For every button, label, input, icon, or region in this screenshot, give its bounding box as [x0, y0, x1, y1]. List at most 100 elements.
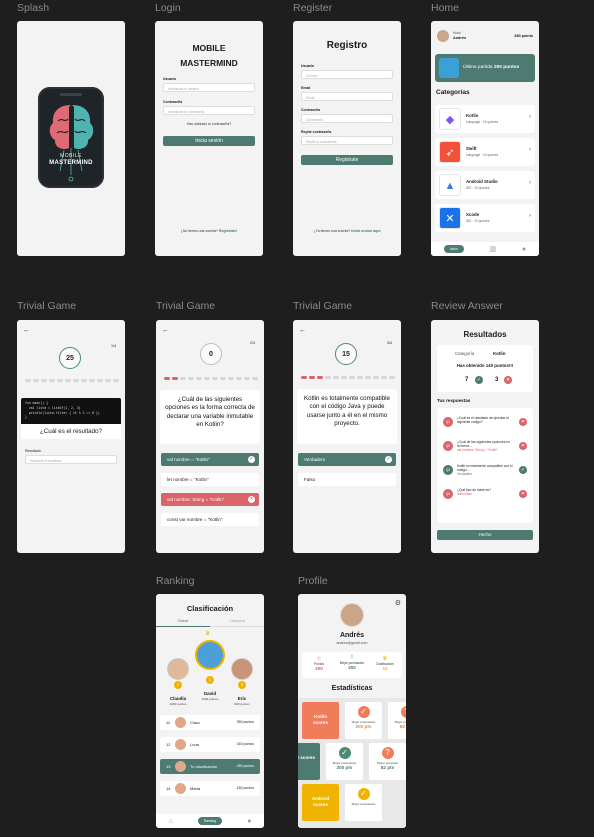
category-name: Xcode [466, 212, 480, 217]
results-summary-card: Categoría Kotlin Has obtenido 140 puntos… [437, 345, 533, 392]
category-card[interactable]: ▲ Android Studio IDE · 10 quizzes › [435, 171, 535, 199]
stats-grid: Kotlin scores✓Mejor puntuación200 pts?Me… [298, 698, 406, 828]
trivial-screen-1: ← 25 1/4 fun main() { val lista = listOf… [17, 320, 125, 553]
player-name: Luna [190, 742, 199, 747]
answer-option[interactable]: val nombre: String = "Kotlin" ✕ [161, 493, 259, 506]
timer: 25 [59, 347, 81, 369]
progress-segment [373, 376, 379, 379]
category-name: Kotlin [466, 113, 479, 118]
my-ranking-row[interactable]: 13 Tu clasificación 280 puntos [160, 759, 260, 774]
progress-segment [220, 377, 226, 380]
avatar[interactable] [437, 30, 449, 42]
category-card[interactable]: ◆ Kotlin Language · 15 quizzes › [435, 105, 535, 133]
register-button[interactable]: Registrate [301, 155, 393, 165]
answer-review-row: Q3 Kotlin es totalmente compatible con el… [443, 463, 527, 479]
given-answer: val nombre: String = "Kotlin" [457, 448, 499, 453]
swift-logo-icon: ➶ [439, 141, 461, 163]
password-input[interactable]: Introduzca tu contraseña [163, 106, 255, 115]
answer-option[interactable]: let nombre = "Kotlin" [161, 473, 259, 486]
ranking-title: Clasificación [186, 604, 234, 613]
category-meta: Language · 15 quizzes [466, 120, 499, 124]
question-counter: 1/4 [111, 344, 116, 348]
rank-position: 12 [166, 742, 171, 747]
category-card[interactable]: ➶ Swift Language · 10 quizzes › [435, 138, 535, 166]
login-link[interactable]: Inicia sesión aquí [351, 229, 380, 233]
logo-text-bottom: MASTERMIND [49, 160, 93, 166]
back-arrow-icon[interactable]: ← [162, 327, 169, 334]
category-score-header: Android scores [302, 784, 339, 821]
ranking-row[interactable]: 11 Clara 350 puntos [160, 715, 260, 730]
cross-icon: ✕ [519, 418, 527, 426]
last-game-card[interactable]: Última partida 200 puntos [435, 54, 535, 82]
answer-option[interactable]: const var nombre = "Kotlin" [161, 513, 259, 526]
ranking-row[interactable]: 12 Luna 340 puntos [160, 737, 260, 752]
progress-segment [309, 376, 315, 379]
podium-place: 1 [206, 676, 214, 684]
crown-icon: ♛ [205, 631, 211, 637]
option-label: val nombre: String = "Kotlin" [167, 497, 225, 502]
tile-value: 200 pts [355, 724, 372, 729]
progress-segment [365, 376, 371, 379]
nav-ranking-icon[interactable]: ▥ [490, 245, 497, 253]
answer-text: ¿Cuál de las siguientes opciones es la f… [457, 440, 513, 452]
question-counter: 2/4 [250, 341, 255, 345]
score-tile: ✓ Mejor puntuación [345, 784, 382, 821]
have-account-text: ¿Ya tienes una cuenta? [313, 229, 351, 233]
reg-username-input[interactable]: Usuario [301, 70, 393, 79]
answer-option[interactable]: val nombre = "Kotlin" ✓ [161, 453, 259, 466]
ranking-row[interactable]: 14 Marta 180 puntos [160, 781, 260, 796]
cross-icon: ✕ [248, 496, 255, 503]
nav-profile-icon[interactable]: ● [522, 246, 526, 253]
username-input[interactable]: Introduzca tu usuario [163, 83, 255, 92]
login-button[interactable]: Inicia sesión [163, 136, 255, 146]
check-badge-icon: ✓ [338, 747, 351, 759]
tab-category[interactable]: Categoría [210, 619, 264, 627]
star-icon: ☆ [316, 656, 322, 662]
answer-review-row: Q1 ¿Cuál es el resultado de ejecutar el s… [443, 415, 527, 431]
frame-label-ranking: Ranking [156, 575, 195, 587]
podium-name: Claudia [169, 696, 187, 701]
tile-value: 200 pts [336, 765, 353, 770]
answer-text: ¿Qué tipo de clase es? data class [457, 488, 513, 496]
profile-name: Andrés [339, 632, 365, 639]
rank-position: 14 [166, 786, 171, 791]
answer-option[interactable]: Verdadero ✓ [298, 453, 396, 466]
nav-ranking[interactable]: Ranking [197, 817, 223, 825]
given-answer: Verdadero [457, 472, 473, 477]
check-icon: ✓ [385, 456, 392, 463]
wrong-icon: ✕ [504, 376, 512, 384]
answer-label: Resultado [25, 449, 41, 453]
option-label: let nombre = "Kotlin" [167, 477, 209, 482]
profile-stats-card: ☆ Puntos 300! Mejor puntuación 300 ♛ Clasifica… [302, 652, 402, 678]
logo-text-top: MOBILE [60, 153, 82, 159]
check-badge-icon: ✓ [357, 706, 370, 718]
back-arrow-icon[interactable]: ← [299, 327, 306, 334]
register-link[interactable]: Registrate! [219, 229, 237, 233]
login-title-line2: MASTERMIND [180, 58, 238, 68]
nav-home[interactable]: Inicio [443, 245, 464, 253]
question-text: ¿Cuál es el resultado? [21, 424, 121, 439]
profile-stat: ☆ Puntos 300 [302, 655, 336, 671]
answer-option[interactable]: Falso [298, 473, 396, 486]
category-meta: IDE · 10 quizzes [466, 219, 490, 223]
reg-repeat-input[interactable]: Repite tu contraseña [301, 136, 393, 145]
nav-home-icon[interactable]: ⌂ [169, 818, 173, 825]
reg-email-input[interactable]: Email [301, 92, 393, 101]
nav-profile-icon[interactable]: ● [247, 818, 251, 825]
answer-text: ¿Cuál es el resultado de ejecutar el sig… [457, 416, 513, 424]
answer-input[interactable]: Introduce el resultado [25, 455, 117, 464]
brain-logo-icon [49, 93, 94, 182]
xcode-logo-icon: ✕ [439, 207, 461, 229]
back-arrow-icon[interactable]: ← [23, 327, 30, 334]
reg-password-input[interactable]: Contraseña [301, 114, 393, 123]
progress-segment [341, 376, 347, 379]
category-score-title: Kotlin scores [313, 714, 328, 725]
forgot-password-link[interactable]: Has olvidado tu contraseña? [155, 122, 263, 126]
gear-icon[interactable]: ⚙ [395, 599, 401, 607]
podium-name: Eric [237, 696, 247, 701]
done-button[interactable]: Hecho [437, 530, 533, 540]
progress-segment [212, 377, 218, 380]
tab-global[interactable]: Global [156, 619, 210, 627]
password-label: Contraseña [163, 100, 183, 104]
category-card[interactable]: ✕ Xcode IDE · 10 quizzes › [435, 204, 535, 232]
